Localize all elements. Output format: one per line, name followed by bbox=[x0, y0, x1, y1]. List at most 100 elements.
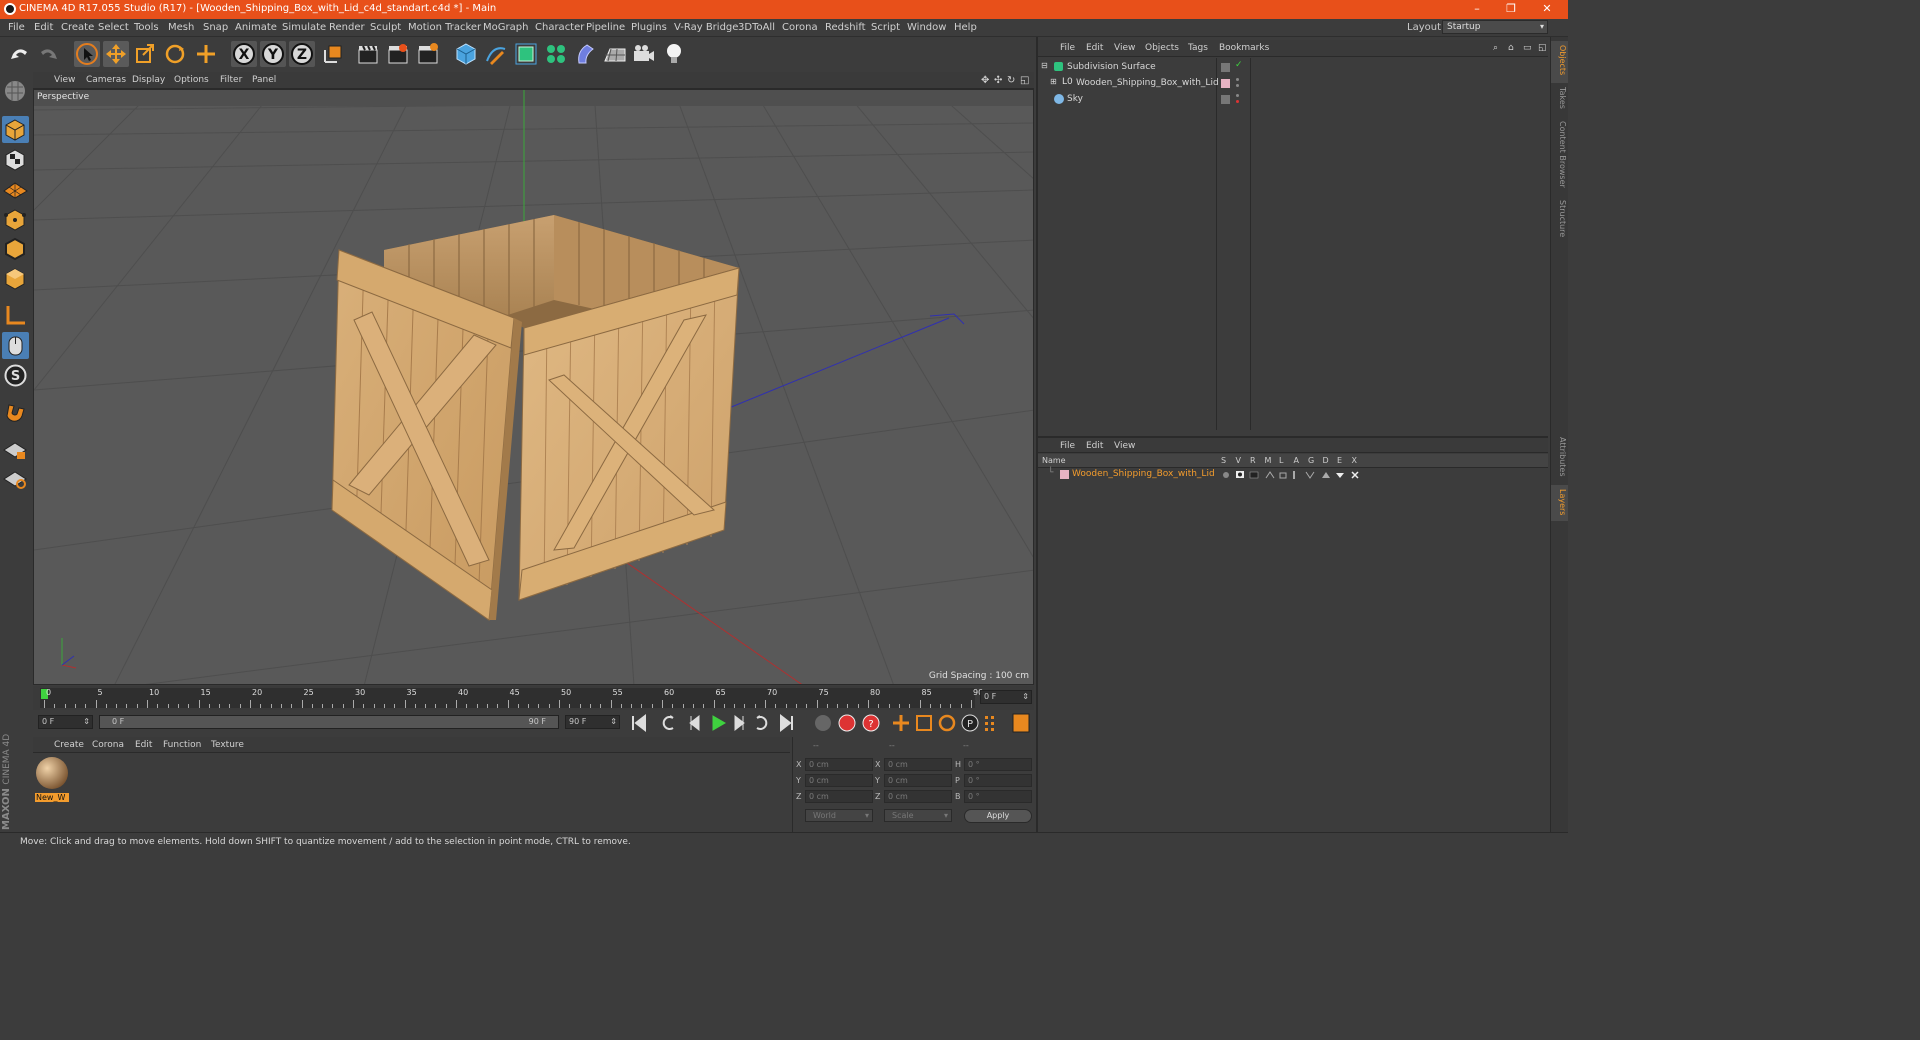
layer-flag-header[interactable]: X bbox=[1352, 456, 1357, 465]
editor-visibility-dot-icon[interactable] bbox=[1236, 94, 1239, 97]
maximize-view-icon[interactable]: ◱ bbox=[1020, 75, 1029, 86]
points-mode-button[interactable] bbox=[2, 206, 29, 233]
expand-icon[interactable]: ⊞ bbox=[1050, 77, 1057, 86]
viewport-menu-panel[interactable]: Panel bbox=[252, 75, 276, 85]
record-active-icon[interactable] bbox=[838, 714, 856, 732]
render-picture-viewer-button[interactable] bbox=[385, 41, 411, 67]
pan-view-icon[interactable]: ✥ bbox=[981, 75, 989, 86]
object-row-sky[interactable]: Sky bbox=[1038, 92, 1548, 108]
floor-button[interactable] bbox=[602, 41, 628, 67]
layer-color-swatch[interactable] bbox=[1060, 470, 1069, 479]
live-selection-button[interactable] bbox=[74, 41, 100, 67]
position-z-field[interactable]: 0 cm bbox=[805, 790, 873, 803]
cube-object-button[interactable] bbox=[453, 41, 479, 67]
position-x-field[interactable]: 0 cm bbox=[805, 758, 873, 771]
render-view-button[interactable] bbox=[355, 41, 381, 67]
menu-animate[interactable]: Animate bbox=[235, 22, 277, 33]
camera-button[interactable] bbox=[631, 41, 657, 67]
menu-file[interactable]: File bbox=[8, 22, 25, 33]
rotate-view-icon[interactable]: ↻ bbox=[1007, 75, 1015, 86]
go-to-start-icon[interactable] bbox=[632, 713, 646, 733]
range-slider[interactable]: 0 F 90 F bbox=[99, 715, 559, 729]
menu-script[interactable]: Script bbox=[871, 22, 900, 33]
key-point-level-icon[interactable] bbox=[985, 716, 994, 731]
y-axis-button[interactable]: Y bbox=[260, 41, 286, 67]
layer-flag-header[interactable]: M bbox=[1265, 456, 1272, 465]
subdivision-surface-button[interactable] bbox=[513, 41, 539, 67]
start-frame-field[interactable]: 0 F ⇕ bbox=[38, 715, 93, 729]
viewport-menu-view[interactable]: View bbox=[54, 75, 75, 85]
tab-layers[interactable]: Layers bbox=[1553, 489, 1567, 515]
layer-menu-file[interactable]: File bbox=[1060, 441, 1075, 451]
tab-attributes[interactable]: Attributes bbox=[1553, 437, 1567, 477]
new-window-icon[interactable]: ▭ bbox=[1523, 43, 1532, 53]
menu-character[interactable]: Character bbox=[535, 22, 584, 33]
play-forward-icon[interactable] bbox=[712, 715, 726, 731]
planar-workplane-button[interactable] bbox=[2, 465, 29, 492]
redo-button[interactable] bbox=[35, 41, 61, 67]
menu-sculpt[interactable]: Sculpt bbox=[370, 22, 401, 33]
layer-flag-header[interactable]: S bbox=[1221, 456, 1226, 465]
rotation-p-field[interactable]: 0 ° bbox=[964, 774, 1032, 787]
menu-mesh[interactable]: Mesh bbox=[168, 22, 194, 33]
layer-flag-header[interactable]: A bbox=[1294, 456, 1299, 465]
home-icon[interactable]: ⌂ bbox=[1508, 43, 1514, 53]
key-rotation-icon[interactable] bbox=[938, 714, 956, 732]
object-menu-objects[interactable]: Objects bbox=[1145, 43, 1179, 53]
collapse-icon[interactable]: ⊟ bbox=[1041, 61, 1048, 70]
layer-menu-view[interactable]: View bbox=[1114, 441, 1135, 451]
z-axis-button[interactable]: Z bbox=[289, 41, 315, 67]
menu-create[interactable]: Create bbox=[61, 22, 94, 33]
restore-button[interactable]: ❐ bbox=[1496, 1, 1526, 17]
make-editable-button[interactable] bbox=[2, 77, 29, 104]
maximize-icon[interactable]: ◱ bbox=[1538, 43, 1547, 53]
layer-flag-icons[interactable] bbox=[1222, 469, 1362, 481]
dolly-view-icon[interactable]: ✣ bbox=[994, 75, 1002, 86]
lock-workplane-button[interactable] bbox=[2, 436, 29, 463]
close-button[interactable]: ✕ bbox=[1532, 1, 1562, 17]
viewport-menu-filter[interactable]: Filter bbox=[220, 75, 242, 85]
layer-flag-header[interactable]: L bbox=[1279, 456, 1283, 465]
layer-tag-icon[interactable] bbox=[1221, 63, 1230, 72]
solo-button[interactable]: S bbox=[2, 362, 29, 389]
tweak-mode-button[interactable] bbox=[2, 332, 29, 359]
light-button[interactable] bbox=[661, 41, 687, 67]
material-menu-create[interactable]: Create bbox=[54, 740, 84, 750]
recent-tool-button[interactable] bbox=[193, 41, 219, 67]
menu-mograph[interactable]: MoGraph bbox=[483, 22, 528, 33]
texture-mode-button[interactable] bbox=[2, 146, 29, 173]
material-menu-function[interactable]: Function bbox=[163, 740, 201, 750]
menu-help[interactable]: Help bbox=[954, 22, 977, 33]
current-frame-field[interactable]: 0 F ⇕ bbox=[980, 690, 1032, 704]
object-menu-tags[interactable]: Tags bbox=[1188, 43, 1208, 53]
model-mode-button[interactable] bbox=[2, 116, 29, 143]
enable-axis-button[interactable] bbox=[2, 302, 29, 329]
timeline-ruler[interactable]: 0 5 10 15 20 25 30 35 40 45 50 55 60 65 70 75 80 85 90 0 F… bbox=[33, 686, 1034, 710]
layer-row[interactable]: └ Wooden_Shipping_Box_with_Lid bbox=[1038, 468, 1548, 484]
coordinate-mode-select[interactable]: World ▾ bbox=[805, 809, 873, 822]
viewport-menu-cameras[interactable]: Cameras bbox=[86, 75, 126, 85]
tab-structure[interactable]: Structure bbox=[1553, 200, 1567, 237]
perspective-viewport[interactable]: Perspective Grid Spacing : 100 cm bbox=[33, 89, 1034, 685]
workplane-mode-button[interactable] bbox=[2, 175, 29, 202]
undo-button[interactable] bbox=[7, 41, 33, 67]
object-menu-bookmarks[interactable]: Bookmarks bbox=[1219, 43, 1269, 53]
move-tool-button[interactable] bbox=[103, 41, 129, 67]
key-position-icon[interactable] bbox=[893, 715, 909, 731]
menu-corona[interactable]: Corona bbox=[782, 22, 818, 33]
render-visibility-dot-icon[interactable] bbox=[1236, 100, 1239, 103]
layer-flag-header[interactable]: R bbox=[1250, 456, 1256, 465]
tab-objects[interactable]: Objects bbox=[1553, 45, 1567, 75]
menu-motion-tracker[interactable]: Motion Tracker bbox=[408, 22, 481, 33]
apply-button[interactable]: Apply bbox=[964, 809, 1032, 823]
material-menu-texture[interactable]: Texture bbox=[211, 740, 244, 750]
search-icon[interactable]: ⌕ bbox=[1493, 43, 1498, 53]
size-z-field[interactable]: 0 cm bbox=[884, 790, 952, 803]
scale-tool-button[interactable] bbox=[132, 41, 158, 67]
edges-mode-button[interactable] bbox=[2, 235, 29, 262]
object-row-wooden-box[interactable]: ⊞ L0 Wooden_Shipping_Box_with_Lid bbox=[1038, 76, 1548, 92]
next-frame-icon[interactable] bbox=[734, 714, 745, 732]
coordinate-system-button[interactable] bbox=[320, 41, 346, 67]
object-menu-view[interactable]: View bbox=[1114, 43, 1135, 53]
menu-3dtoall[interactable]: 3DToAll bbox=[738, 22, 775, 33]
